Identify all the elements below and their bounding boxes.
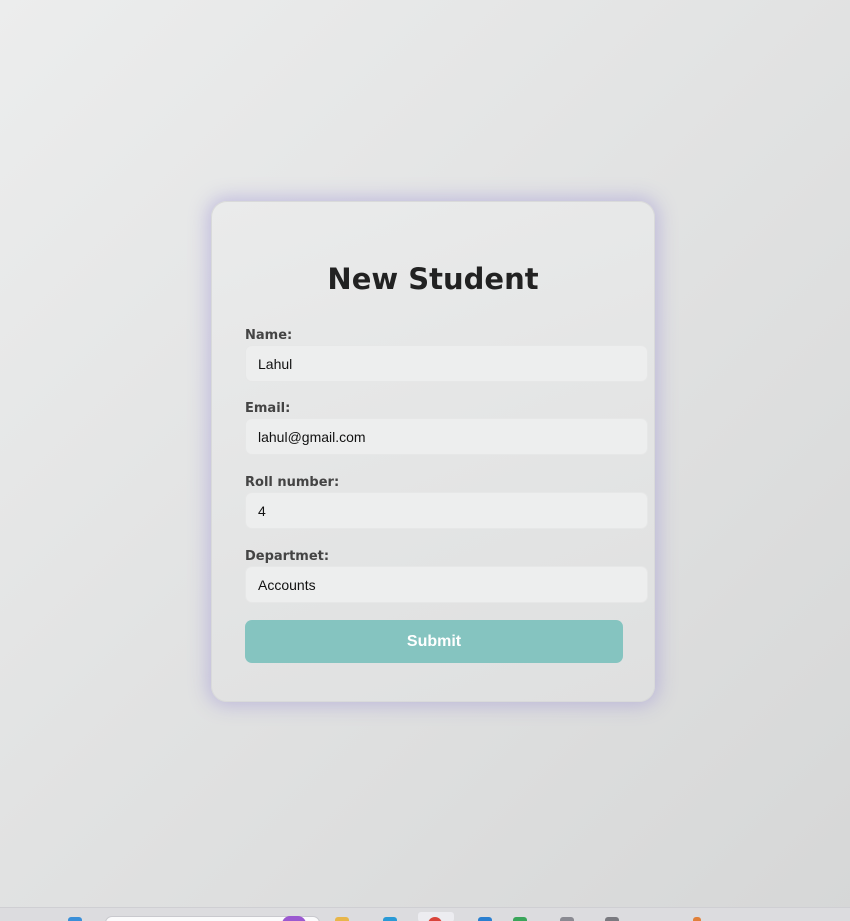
roll-number-input[interactable]: 4 [245,492,648,529]
app-icon[interactable] [560,917,574,921]
form-title: New Student [327,262,539,296]
department-label: Departmet: [245,549,330,564]
roll-number-label: Roll number: [245,475,340,490]
name-input-value: Lahul [258,355,293,372]
excel-icon[interactable] [513,917,527,921]
submit-button[interactable]: Submit [245,620,623,663]
email-input-value: lahul@gmail.com [258,428,366,445]
email-label: Email: [245,401,291,416]
department-input[interactable]: Accounts [245,566,648,603]
copilot-icon[interactable] [282,916,306,921]
file-explorer-icon[interactable] [335,917,349,921]
app-icon[interactable] [693,917,701,921]
name-label: Name: [245,328,293,343]
department-input-value: Accounts [258,576,316,593]
roll-number-input-value: 4 [258,502,266,519]
new-student-form: New Student Name: Lahul Email: lahul@gma… [211,201,655,702]
name-input[interactable]: Lahul [245,345,648,382]
start-icon[interactable] [68,917,82,921]
edge-icon[interactable] [383,917,397,921]
email-input[interactable]: lahul@gmail.com [245,418,648,455]
vscode-icon[interactable] [478,917,492,921]
settings-icon[interactable] [605,917,619,921]
taskbar [0,907,850,921]
